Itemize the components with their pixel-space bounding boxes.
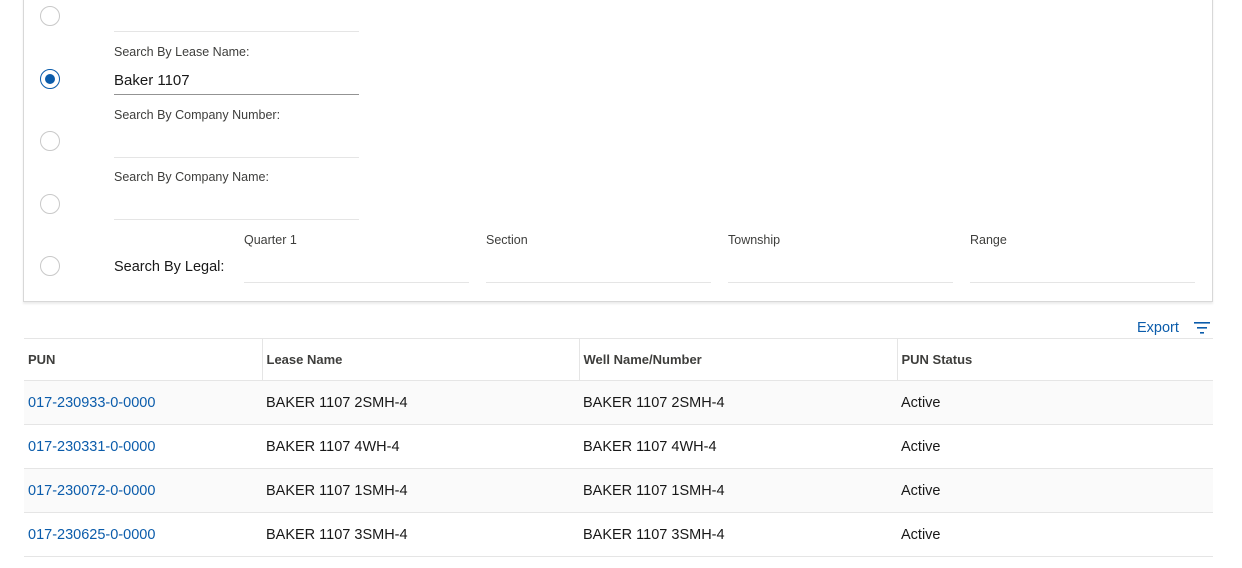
pun-link[interactable]: 017-230625-0-0000 [28, 527, 155, 543]
company-name-label: Search By Company Name: [114, 170, 269, 184]
table-row: 017-230625-0-0000 BAKER 1107 3SMH-4 BAKE… [24, 512, 1213, 557]
quarter-label: Quarter 1 [244, 233, 297, 247]
company-number-radio[interactable] [40, 131, 60, 151]
lease-name-cell: BAKER 1107 3SMH-4 [262, 512, 579, 557]
lease-name-cell: BAKER 1107 2SMH-4 [262, 380, 579, 425]
column-header-pun[interactable]: PUN [24, 338, 262, 381]
lease-name-label: Search By Lease Name: [114, 45, 250, 59]
well-name-cell: BAKER 1107 4WH-4 [579, 424, 897, 469]
lease-name-cell: BAKER 1107 1SMH-4 [262, 468, 579, 513]
search-option-unknown-input[interactable] [114, 4, 359, 32]
company-number-label: Search By Company Number: [114, 108, 281, 122]
company-name-radio[interactable] [40, 194, 60, 214]
pun-link[interactable]: 017-230933-0-0000 [28, 395, 155, 411]
table-row: 017-230072-0-0000 BAKER 1107 1SMH-4 BAKE… [24, 468, 1213, 513]
well-name-cell: BAKER 1107 1SMH-4 [579, 468, 897, 513]
pun-status-cell: Active [897, 468, 1213, 513]
range-input[interactable] [970, 255, 1195, 283]
pun-status-cell: Active [897, 424, 1213, 469]
table-header-row: PUN Lease Name Well Name/Number PUN Stat… [24, 338, 1213, 381]
column-header-lease-name[interactable]: Lease Name [261, 338, 579, 381]
legal-radio[interactable] [40, 256, 60, 276]
column-header-well-name[interactable]: Well Name/Number [578, 338, 897, 381]
quarter-input[interactable] [244, 255, 469, 283]
lease-name-radio[interactable] [40, 69, 60, 89]
township-label: Township [728, 233, 781, 247]
township-input[interactable] [728, 255, 953, 283]
company-number-input[interactable] [114, 130, 359, 158]
well-name-cell: BAKER 1107 2SMH-4 [579, 380, 897, 425]
section-input[interactable] [486, 255, 711, 283]
column-header-pun-status[interactable]: PUN Status [896, 338, 1213, 381]
legal-label: Search By Legal: [114, 259, 225, 275]
range-label: Range [970, 233, 1007, 247]
pun-link[interactable]: 017-230331-0-0000 [28, 439, 155, 455]
pun-status-cell: Active [897, 380, 1213, 425]
search-option-radio-unknown[interactable] [40, 6, 60, 26]
well-name-cell: BAKER 1107 3SMH-4 [579, 512, 897, 557]
lease-name-cell: BAKER 1107 4WH-4 [262, 424, 579, 469]
results-table: PUN Lease Name Well Name/Number PUN Stat… [24, 338, 1213, 557]
lease-name-input[interactable] [114, 67, 359, 95]
search-panel: Search By Lease Name: Search By Company … [23, 0, 1213, 302]
section-label: Section [486, 233, 528, 247]
filter-icon[interactable] [1194, 321, 1210, 335]
export-button[interactable]: Export [1137, 320, 1179, 336]
company-name-input[interactable] [114, 192, 359, 220]
table-row: 017-230331-0-0000 BAKER 1107 4WH-4 BAKER… [24, 424, 1213, 469]
pun-status-cell: Active [897, 512, 1213, 557]
pun-link[interactable]: 017-230072-0-0000 [28, 483, 155, 499]
table-row: 017-230933-0-0000 BAKER 1107 2SMH-4 BAKE… [24, 380, 1213, 425]
